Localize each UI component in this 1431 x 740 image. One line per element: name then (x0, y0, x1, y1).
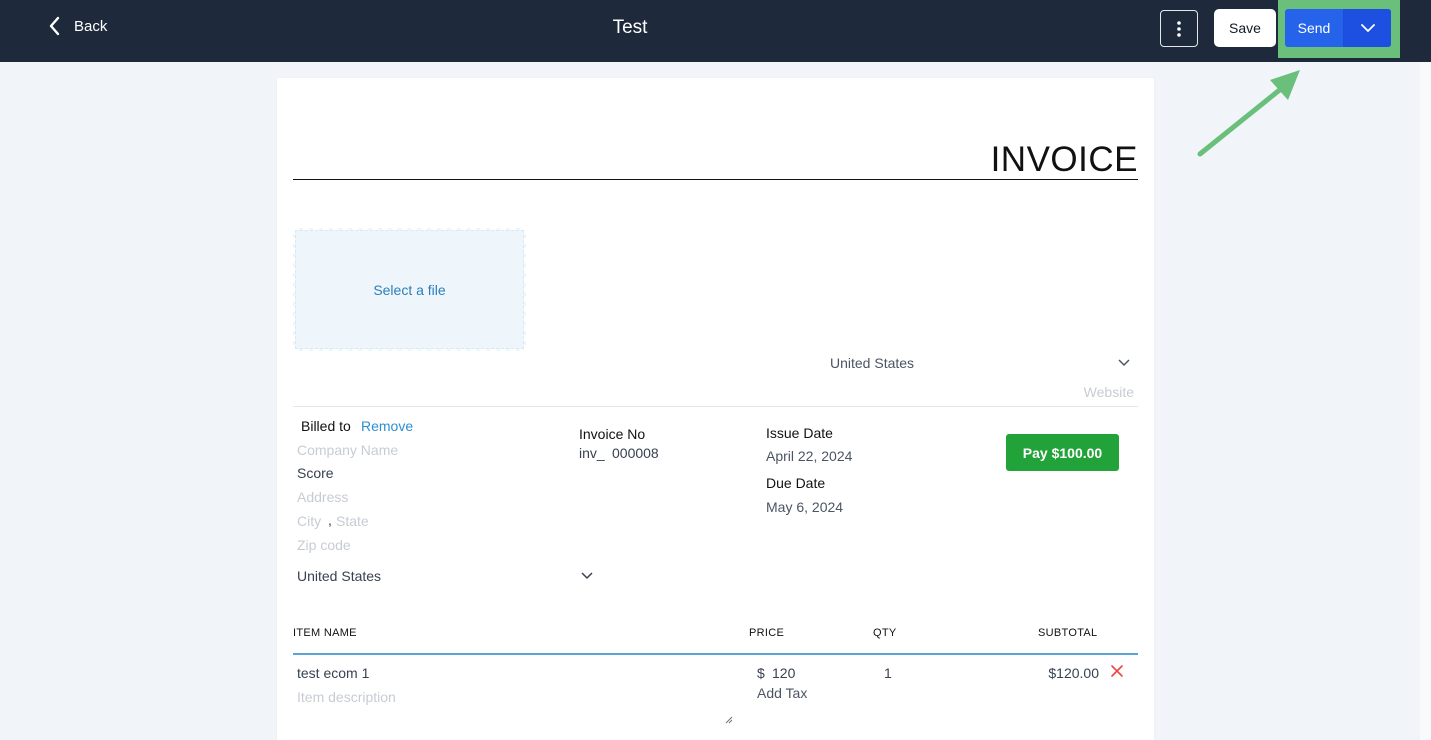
address-field[interactable]: Address (297, 489, 348, 505)
top-bar: Back Test Save (0, 0, 1431, 62)
invoice-no-label: Invoice No (579, 426, 646, 442)
city-state-separator: , (328, 512, 332, 528)
invoice-number-field[interactable]: 000008 (612, 445, 659, 461)
subtotal-value: $120.00 (1048, 665, 1099, 681)
price-currency: $ (757, 665, 765, 681)
pay-button[interactable]: Pay $100.00 (1006, 434, 1119, 471)
column-header-price: PRICE (749, 627, 785, 639)
issue-date-field[interactable]: April 22, 2024 (766, 448, 852, 464)
client-name-field[interactable]: Score (297, 465, 334, 481)
sender-country-value: United States (830, 355, 915, 371)
send-button[interactable]: Send (1285, 9, 1343, 47)
sender-country-select[interactable]: United States (830, 353, 1130, 373)
state-field[interactable]: State (336, 513, 369, 529)
send-button-group: Send (1285, 9, 1391, 47)
invoice-heading: INVOICE (990, 140, 1138, 179)
logo-upload-area[interactable]: Select a file (293, 228, 526, 351)
more-options-button[interactable] (1160, 10, 1198, 47)
column-header-qty: QTY (873, 627, 897, 639)
item-description-field[interactable]: Item description (297, 689, 396, 705)
invoice-prefix: inv_ (579, 445, 605, 461)
annotation-arrow (1197, 70, 1300, 157)
scrollbar-track[interactable] (1420, 62, 1431, 740)
chevron-down-icon (581, 572, 593, 580)
chevron-down-icon (1118, 359, 1130, 367)
item-name-field[interactable]: test ecom 1 (297, 665, 369, 681)
column-header-subtotal: SUBTOTAL (1038, 627, 1098, 639)
page-title: Test (612, 17, 648, 38)
save-button[interactable]: Save (1214, 9, 1276, 47)
due-date-field[interactable]: May 6, 2024 (766, 499, 843, 515)
billed-to-label: Billed to (301, 418, 351, 434)
invoice-card: INVOICE Select a file United States Webs… (277, 78, 1154, 740)
price-field[interactable]: 120 (772, 665, 795, 681)
add-tax-link[interactable]: Add Tax (757, 685, 807, 701)
more-vertical-icon (1177, 20, 1181, 37)
delete-row-icon[interactable] (1110, 664, 1124, 678)
website-field[interactable]: Website (977, 384, 1134, 400)
company-name-field[interactable]: Company Name (297, 442, 398, 458)
billed-country-select[interactable]: United States (297, 566, 593, 586)
billed-country-value: United States (297, 568, 382, 584)
city-field[interactable]: City (297, 513, 321, 529)
heading-divider (293, 179, 1138, 180)
column-header-item-name: ITEM NAME (293, 627, 357, 639)
remove-client-link[interactable]: Remove (361, 418, 413, 434)
resize-handle-icon[interactable] (725, 716, 733, 724)
zip-code-field[interactable]: Zip code (297, 537, 351, 553)
due-date-label: Due Date (766, 475, 826, 491)
section-divider (293, 406, 1138, 407)
select-file-label: Select a file (373, 281, 446, 298)
qty-field[interactable]: 1 (884, 665, 892, 681)
send-options-dropdown[interactable] (1343, 9, 1391, 47)
issue-date-label: Issue Date (766, 425, 833, 441)
chevron-down-icon (1360, 23, 1375, 32)
table-header-divider (293, 653, 1138, 655)
